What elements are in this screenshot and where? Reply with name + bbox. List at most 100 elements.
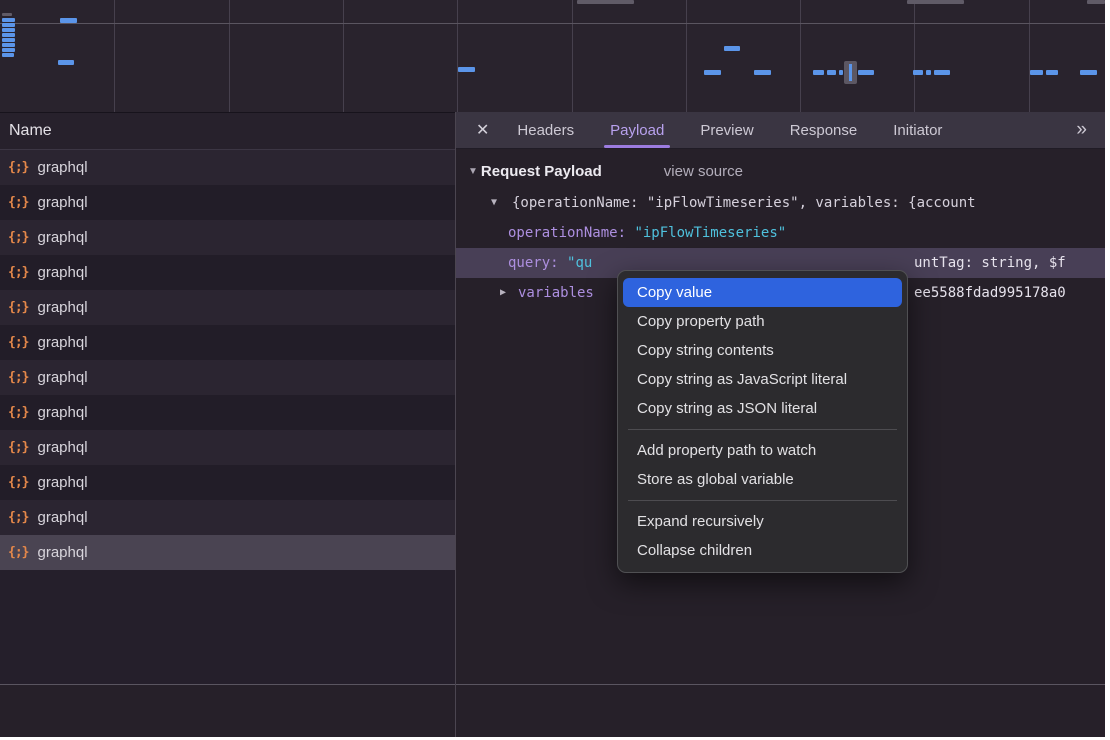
fetch-json-icon: {;}	[8, 465, 28, 500]
request-table: Name {;}graphql{;}graphql{;}graphql{;}gr…	[0, 112, 455, 684]
request-name-label: graphql	[37, 325, 87, 360]
request-timing-bar	[2, 53, 14, 57]
collapse-twisty-icon[interactable]: ▼	[491, 188, 497, 218]
payload-root-preview: {operationName: "ipFlowTimeseries", vari…	[512, 195, 976, 211]
network-panel: Name {;}graphql{;}graphql{;}graphql{;}gr…	[0, 112, 1105, 684]
fetch-json-icon: {;}	[8, 360, 28, 395]
section-collapse-icon[interactable]: ▼	[468, 166, 478, 177]
network-overview-timeline[interactable]	[0, 0, 1105, 112]
fetch-json-icon: {;}	[8, 395, 28, 430]
request-timing-bar	[58, 60, 74, 65]
menu-item-copy-string-as-javascript-literal[interactable]: Copy string as JavaScript literal	[618, 365, 907, 394]
request-name-label: graphql	[37, 360, 87, 395]
section-title: Request Payload	[481, 163, 602, 180]
request-row[interactable]: {;}graphql	[0, 535, 455, 570]
request-timing-bar	[1080, 70, 1097, 75]
property-value-continued: ee5588fdad995178a0	[914, 278, 1066, 308]
request-timing-bar	[704, 70, 721, 75]
request-row[interactable]: {;}graphql	[0, 185, 455, 220]
request-timing-bar	[839, 70, 843, 75]
fetch-json-icon: {;}	[8, 325, 28, 360]
payload-root-row[interactable]: ▼ {operationName: "ipFlowTimeseries", va…	[456, 188, 1105, 218]
request-timing-bar	[724, 46, 740, 51]
request-timing-bar	[858, 70, 874, 75]
timeline-gridline	[686, 0, 687, 112]
request-timing-bar	[913, 70, 923, 75]
tab-response[interactable]: Response	[772, 112, 876, 148]
payload-row-operationname[interactable]: operationName: "ipFlowTimeseries"	[456, 218, 1105, 248]
request-name-label: graphql	[37, 465, 87, 500]
menu-item-expand-recursively[interactable]: Expand recursively	[618, 507, 907, 536]
details-tab-bar: ✕ HeadersPayloadPreviewResponseInitiator…	[456, 112, 1105, 149]
fetch-json-icon: {;}	[8, 150, 28, 185]
timeline-gridline	[800, 0, 801, 112]
devtools-window: Name {;}graphql{;}graphql{;}graphql{;}gr…	[0, 0, 1105, 737]
request-row[interactable]: {;} graphql	[0, 395, 455, 430]
request-row[interactable]: {;} graphql	[0, 150, 455, 185]
request-row[interactable]: {;} graphql	[0, 360, 455, 395]
request-timing-bar	[1046, 70, 1058, 75]
tab-preview[interactable]: Preview	[682, 112, 771, 148]
pane-splitter[interactable]	[455, 112, 456, 737]
timeline-gridline	[1029, 0, 1030, 112]
request-row[interactable]: {;}graphql	[0, 290, 455, 325]
menu-item-copy-string-as-json-literal[interactable]: Copy string as JSON literal	[618, 394, 907, 423]
property-key: operationName:	[508, 225, 626, 241]
menu-divider	[628, 500, 897, 501]
tab-headers[interactable]: Headers	[499, 112, 592, 148]
name-column-header[interactable]: Name	[0, 112, 455, 150]
request-name-label: graphql	[37, 430, 87, 465]
request-name-label: graphql	[37, 395, 87, 430]
request-timing-bar	[926, 70, 931, 75]
fetch-json-icon: {;}	[8, 255, 28, 290]
request-timing-bar	[1030, 70, 1043, 75]
request-timing-bar	[934, 70, 950, 75]
view-source-link[interactable]: view source	[664, 163, 743, 180]
menu-item-store-as-global-variable[interactable]: Store as global variable	[618, 465, 907, 494]
request-row[interactable]: {;} graphql	[0, 465, 455, 500]
tab-initiator[interactable]: Initiator	[875, 112, 960, 148]
fetch-json-icon: {;}	[8, 185, 28, 220]
request-row[interactable]: {;} graphql	[0, 325, 455, 360]
timeline-hover-marker-bar	[849, 64, 852, 81]
property-value-continued: untTag: string, $f	[914, 248, 1066, 278]
timeline-gridline	[572, 0, 573, 112]
request-row[interactable]: {;}graphql	[0, 430, 455, 465]
request-timing-bar	[2, 43, 15, 47]
request-timing-bar	[2, 18, 15, 22]
request-timing-bar	[458, 67, 475, 72]
close-icon[interactable]: ✕	[456, 120, 499, 140]
request-timing-bar	[2, 48, 15, 52]
request-row[interactable]: {;} graphql	[0, 255, 455, 290]
request-row[interactable]: {;}graphql	[0, 500, 455, 535]
timeline-gridline	[229, 0, 230, 112]
request-row[interactable]: {;}graphql	[0, 220, 455, 255]
menu-item-copy-property-path[interactable]: Copy property path	[618, 307, 907, 336]
request-name-label: graphql	[37, 150, 87, 185]
tab-payload[interactable]: Payload	[592, 112, 682, 148]
timeline-gridline	[343, 0, 344, 112]
tab-strip: HeadersPayloadPreviewResponseInitiator	[499, 112, 960, 148]
expand-twisty-icon[interactable]: ▶	[500, 278, 506, 308]
request-timing-bar	[60, 18, 77, 23]
menu-item-copy-string-contents[interactable]: Copy string contents	[618, 336, 907, 365]
request-timing-bar	[1087, 0, 1105, 4]
request-timing-bar	[907, 0, 964, 4]
menu-item-collapse-children[interactable]: Collapse children	[618, 536, 907, 565]
timeline-gridline	[457, 0, 458, 112]
request-timing-bar	[754, 70, 771, 75]
more-tabs-icon[interactable]: »	[1058, 119, 1105, 141]
fetch-json-icon: {;}	[8, 290, 28, 325]
timeline-gridline	[0, 23, 1105, 24]
property-key: query:	[508, 255, 559, 271]
menu-item-copy-value[interactable]: Copy value	[623, 278, 902, 307]
request-name-label: graphql	[37, 255, 87, 290]
fetch-json-icon: {;}	[8, 500, 28, 535]
request-list: {;} graphql {;} graphql {;} graphql {;} graphql…	[0, 150, 455, 570]
fetch-json-icon: {;}	[8, 220, 28, 255]
menu-divider	[628, 429, 897, 430]
menu-item-add-property-path-to-watch[interactable]: Add property path to watch	[618, 436, 907, 465]
property-value: "qu	[567, 255, 592, 271]
request-timing-bar	[2, 23, 15, 27]
request-timing-bar	[2, 13, 12, 16]
